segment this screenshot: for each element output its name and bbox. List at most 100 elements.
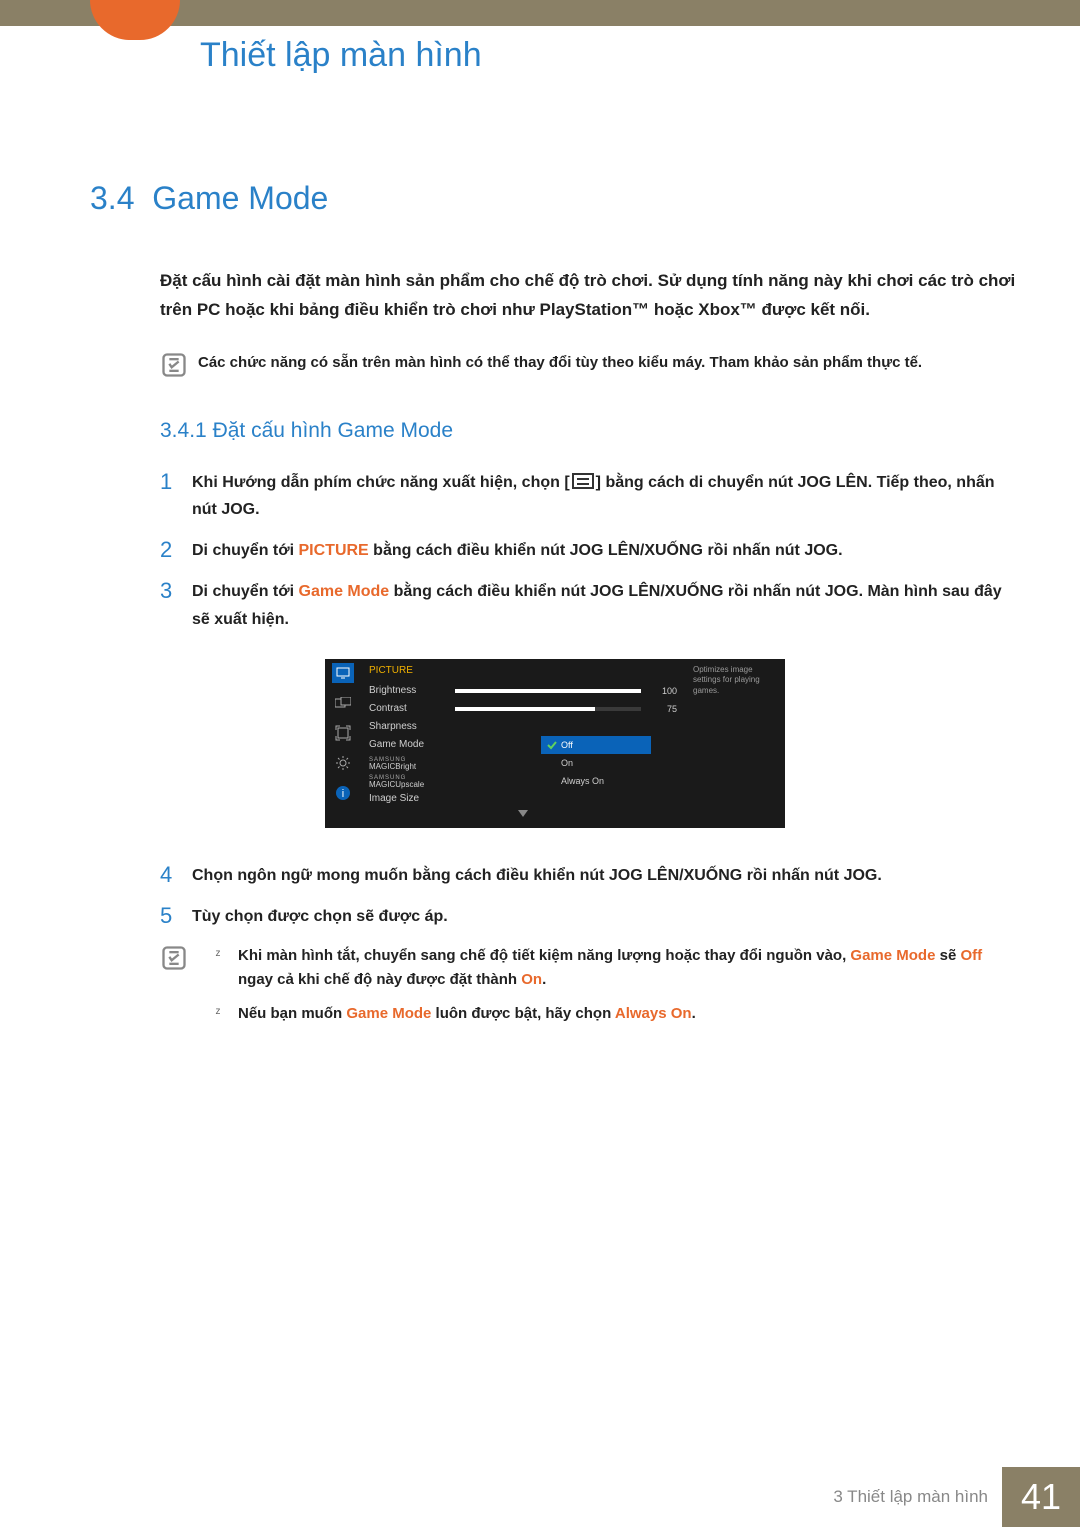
osd-arrows bbox=[369, 810, 677, 818]
chapter-badge bbox=[90, 0, 180, 40]
bullet-mark: z bbox=[198, 948, 238, 996]
text: . bbox=[692, 1005, 696, 1022]
osd-panel: i PICTURE Brightness 100 Contrast 75 Sha… bbox=[325, 659, 785, 828]
chevron-down-icon bbox=[518, 810, 528, 818]
step-number: 1 bbox=[160, 469, 192, 523]
text: luôn được bật, hãy chọn bbox=[431, 1005, 614, 1022]
bullet-text: Khi màn hình tắt, chuyển sang chế độ tiế… bbox=[238, 944, 1020, 992]
steps-cont: 4 Chọn ngôn ngữ mong muốn bằng cách điều… bbox=[160, 862, 1020, 930]
osd-row-gamemode: Game Mode bbox=[369, 736, 455, 754]
gear-icon bbox=[332, 753, 354, 773]
osd-option-off: Off bbox=[541, 736, 651, 754]
osd-label: Image Size bbox=[369, 793, 455, 804]
note-block-2: z Khi màn hình tắt, chuyển sang chế độ t… bbox=[160, 944, 1020, 1036]
menu-icon bbox=[572, 473, 594, 489]
note-icon bbox=[160, 944, 188, 972]
section-title: 3.4 Game Mode bbox=[90, 180, 1020, 217]
text: Bright bbox=[395, 762, 416, 771]
steps: 1 Khi Hướng dẫn phím chức năng xuất hiện… bbox=[160, 469, 1020, 633]
osd-tooltip: Optimizes image settings for playing gam… bbox=[685, 659, 785, 828]
bullet-1: z Khi màn hình tắt, chuyển sang chế độ t… bbox=[198, 944, 1020, 992]
text: Khi màn hình tắt, chuyển sang chế độ tiế… bbox=[238, 947, 850, 964]
text: sẽ bbox=[935, 947, 960, 964]
step-number: 2 bbox=[160, 537, 192, 564]
section-name: Game Mode bbox=[152, 180, 328, 216]
text: Upscale bbox=[395, 780, 424, 789]
slider-fill bbox=[455, 689, 641, 693]
osd-row-brightness: Brightness 100 bbox=[369, 682, 677, 700]
osd-magic-label: SAMSUNGMAGICUpscale bbox=[369, 773, 424, 789]
section-number: 3.4 bbox=[90, 180, 134, 216]
svg-text:i: i bbox=[342, 788, 344, 800]
subsection-title: 3.4.1 Đặt cấu hình Game Mode bbox=[160, 419, 1020, 443]
step-text: Chọn ngôn ngữ mong muốn bằng cách điều k… bbox=[192, 862, 1020, 889]
step-5: 5 Tùy chọn được chọn sẽ được áp. bbox=[160, 903, 1020, 930]
osd-row-imagesize: Image Size bbox=[369, 790, 455, 808]
highlight: Game Mode bbox=[346, 1005, 431, 1022]
osd-row-magic-bright: SAMSUNGMAGICBright bbox=[369, 754, 455, 772]
slider-track bbox=[455, 707, 641, 711]
step-text: Di chuyển tới PICTURE bằng cách điều khi… bbox=[192, 537, 1020, 564]
monitor-icon bbox=[332, 663, 354, 683]
note-icon bbox=[160, 351, 188, 379]
slider-fill bbox=[455, 707, 595, 711]
note-text: Các chức năng có sẵn trên màn hình có th… bbox=[198, 351, 922, 379]
highlight: PICTURE bbox=[299, 542, 369, 559]
text: Nếu bạn muốn bbox=[238, 1005, 346, 1022]
osd-title: PICTURE bbox=[369, 665, 677, 676]
chapter-title: Thiết lập màn hình bbox=[200, 36, 482, 75]
osd-row-contrast: Contrast 75 bbox=[369, 700, 677, 718]
text: Di chuyển tới bbox=[192, 583, 299, 600]
text: . bbox=[542, 971, 546, 988]
step-text: Di chuyển tới Game Mode bằng cách điều k… bbox=[192, 578, 1020, 632]
bullet-text: Nếu bạn muốn Game Mode luôn được bật, hã… bbox=[238, 1002, 1020, 1026]
highlight: On bbox=[521, 971, 542, 988]
option-label: Off bbox=[561, 740, 573, 750]
page-number: 41 bbox=[1002, 1467, 1080, 1527]
osd-label: Game Mode bbox=[369, 739, 455, 750]
osd-magic-label: SAMSUNGMAGICBright bbox=[369, 755, 416, 771]
footer-chapter: 3 Thiết lập màn hình bbox=[833, 1487, 988, 1507]
text: Di chuyển tới bbox=[192, 542, 299, 559]
step-number: 3 bbox=[160, 578, 192, 632]
subsection-name: Đặt cấu hình Game Mode bbox=[213, 419, 453, 442]
step-2: 2 Di chuyển tới PICTURE bằng cách điều k… bbox=[160, 537, 1020, 564]
osd-label: Contrast bbox=[369, 703, 455, 714]
osd-value: 100 bbox=[649, 686, 677, 696]
osd-main: PICTURE Brightness 100 Contrast 75 Sharp… bbox=[361, 659, 685, 828]
highlight: Always On bbox=[615, 1005, 692, 1022]
osd-screenshot: i PICTURE Brightness 100 Contrast 75 Sha… bbox=[90, 659, 1020, 828]
resize-icon bbox=[332, 723, 354, 743]
osd-label: Brightness bbox=[369, 685, 455, 696]
check-icon bbox=[547, 740, 557, 750]
info-icon: i bbox=[332, 783, 354, 803]
note-block: Các chức năng có sẵn trên màn hình có th… bbox=[160, 351, 1020, 379]
source-icon bbox=[332, 693, 354, 713]
text: ngay cả khi chế độ này được đặt thành bbox=[238, 971, 521, 988]
bullet-mark: z bbox=[198, 1006, 238, 1030]
bullet-2: z Nếu bạn muốn Game Mode luôn được bật, … bbox=[198, 1002, 1020, 1026]
step-4: 4 Chọn ngôn ngữ mong muốn bằng cách điều… bbox=[160, 862, 1020, 889]
step-text: Khi Hướng dẫn phím chức năng xuất hiện, … bbox=[192, 469, 1020, 523]
highlight: Game Mode bbox=[850, 947, 935, 964]
step-3: 3 Di chuyển tới Game Mode bằng cách điều… bbox=[160, 578, 1020, 632]
osd-sidebar: i bbox=[325, 659, 361, 828]
content: 3.4 Game Mode Đặt cấu hình cài đặt màn h… bbox=[90, 180, 1020, 1076]
step-number: 5 bbox=[160, 903, 192, 930]
osd-label: Sharpness bbox=[369, 721, 455, 732]
osd-value: 75 bbox=[649, 704, 677, 714]
step-1: 1 Khi Hướng dẫn phím chức năng xuất hiện… bbox=[160, 469, 1020, 523]
osd-options: Off On Always On bbox=[541, 736, 651, 808]
osd-row-magic-upscale: SAMSUNGMAGICUpscale bbox=[369, 772, 455, 790]
highlight: Off bbox=[960, 947, 982, 964]
subsection-number: 3.4.1 bbox=[160, 419, 207, 442]
osd-option-alwayson: Always On bbox=[541, 772, 651, 790]
option-label: Always On bbox=[561, 776, 604, 786]
intro-text: Đặt cấu hình cài đặt màn hình sản phẩm c… bbox=[160, 267, 1020, 325]
step-text: Tùy chọn được chọn sẽ được áp. bbox=[192, 903, 1020, 930]
slider-track bbox=[455, 689, 641, 693]
footer: 3 Thiết lập màn hình 41 bbox=[0, 1467, 1080, 1527]
highlight: Game Mode bbox=[299, 583, 390, 600]
step-number: 4 bbox=[160, 862, 192, 889]
text: Khi Hướng dẫn phím chức năng xuất hiện, … bbox=[192, 474, 570, 491]
